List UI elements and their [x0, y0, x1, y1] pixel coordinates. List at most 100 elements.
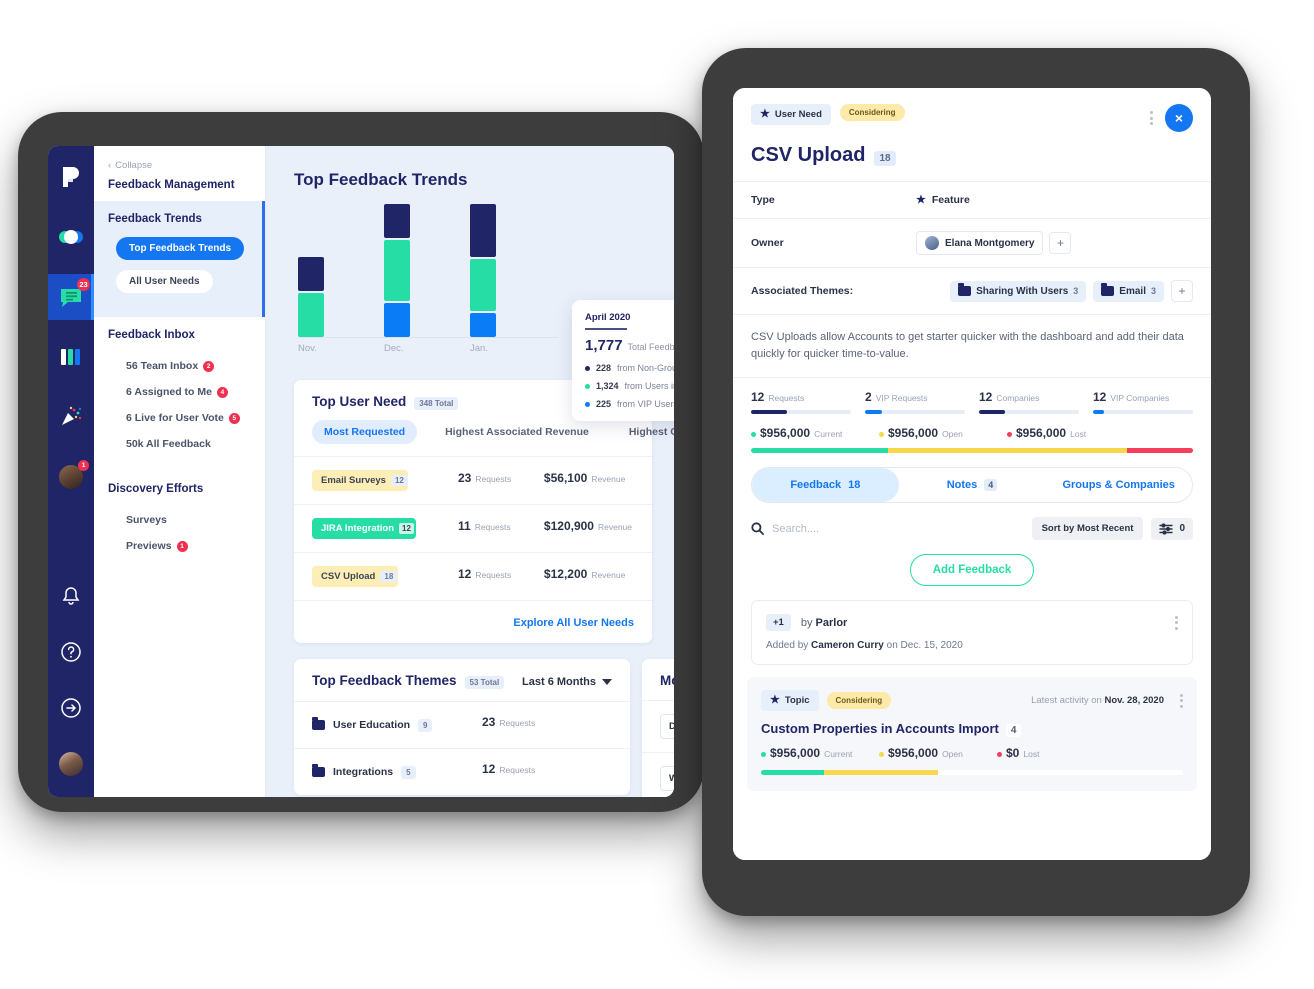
commented-chip[interactable]: Widget 178	[660, 766, 674, 791]
discovery-efforts-heading: Discovery Efforts	[108, 483, 204, 495]
table-row[interactable]: JIRA Integration 12 11 Requests $120,900 R…	[294, 505, 652, 553]
more-options-icon[interactable]	[1150, 111, 1153, 125]
sidebar-item-team-inbox[interactable]: 56 Team Inbox 2	[108, 353, 251, 379]
topic-card[interactable]: ★ Topic Considering Latest activity on N…	[747, 677, 1197, 792]
requests-metric: 12 Requests	[482, 762, 606, 782]
stat-vip-requests: 2 VIP Requests	[865, 390, 979, 415]
requests-value: 11	[458, 518, 471, 533]
themes-header: Top Feedback Themes 53 Total Last 6 Mont…	[294, 659, 630, 702]
sidebar-item-surveys[interactable]: Surveys	[108, 507, 251, 533]
reports-icon[interactable]	[48, 334, 94, 380]
revenue-segment-open	[824, 770, 939, 776]
tab-highest-associated-revenue[interactable]: Highest Associated Revenue	[433, 420, 601, 444]
requests-label: Requests	[475, 569, 512, 580]
add-feedback-button[interactable]: Add Feedback	[909, 554, 1035, 587]
account-avatar[interactable]	[48, 741, 94, 787]
close-icon[interactable]: ×	[1165, 104, 1193, 132]
bell-icon[interactable]	[48, 573, 94, 619]
theme-chip[interactable]: Sharing With Users 3	[950, 280, 1087, 302]
tab-feedback[interactable]: Feedback 18	[752, 468, 899, 503]
user-avatar[interactable]: 1	[48, 454, 94, 500]
more-options-icon[interactable]	[1180, 693, 1183, 708]
owner-chip[interactable]: Elana Montgomery	[916, 231, 1044, 255]
money-value: $956,000	[760, 426, 811, 441]
user-need-tag-label: JIRA Integration	[321, 523, 395, 534]
filter-button[interactable]: 0	[1151, 517, 1193, 540]
logo-icon[interactable]	[48, 154, 94, 200]
detail-stats-row: 12 Requests 2 VIP Requests 12 Companies 12 V…	[733, 377, 1211, 415]
tab-groups-companies[interactable]: Groups & Companies	[1045, 468, 1192, 502]
tab-highest-opportunity-revenue[interactable]: Highest Opportunity Revenue	[617, 420, 674, 444]
feedback-icon[interactable]: 23	[48, 274, 94, 320]
tooltip-total-label: Total Feedback	[627, 342, 674, 352]
bar-column[interactable]	[298, 204, 324, 337]
type-value: Feature	[931, 194, 970, 206]
topic-activity: Latest activity on Nov. 28, 2020	[1031, 695, 1164, 706]
tab-notes[interactable]: Notes 4	[899, 468, 1046, 502]
logout-icon[interactable]	[48, 685, 94, 731]
search-icon	[751, 522, 764, 535]
user-need-tag-count: 18	[380, 571, 398, 582]
table-row[interactable]: CSV Upload 18 12 Requests $12,200 Revenue	[294, 553, 652, 601]
money-current: $956,000 Current	[751, 426, 879, 440]
requests-label: Requests	[499, 765, 536, 775]
requests-value: 12	[482, 762, 496, 776]
search-input[interactable]: Search....	[772, 523, 819, 535]
user-need-tag[interactable]: CSV Upload 18	[312, 566, 398, 587]
x-tick-label: Jan.	[470, 343, 488, 354]
table-row[interactable]: User Education 9 23 Requests	[294, 702, 630, 749]
money-label: Lost	[1023, 749, 1040, 760]
table-row[interactable]: Dashboard 178	[642, 701, 674, 753]
money-lost: $0 Lost	[997, 746, 1125, 760]
top-user-need-total: 348 Total	[414, 397, 459, 410]
theme-chip-count: 3	[1150, 286, 1156, 296]
sidebar-item-live-for-user-vote[interactable]: 6 Live for User Vote 5	[108, 405, 251, 431]
requests-label: Requests	[475, 473, 512, 484]
requests-label: Requests	[499, 718, 536, 728]
tooltip-row-value: 228	[596, 363, 612, 373]
bar-segment-vip	[470, 313, 496, 337]
audiences-icon[interactable]	[48, 214, 94, 260]
help-icon[interactable]	[48, 629, 94, 675]
user-need-tag-count: 12	[390, 475, 408, 486]
stat-label: VIP Companies	[1110, 393, 1170, 404]
sidebar-item-previews[interactable]: Previews 1	[108, 533, 251, 559]
detail-row-themes: Associated Themes: Sharing With Users 3 …	[733, 267, 1211, 314]
more-options-icon[interactable]	[1175, 615, 1178, 630]
add-owner-button[interactable]: +	[1049, 232, 1072, 254]
star-icon: ★	[916, 193, 926, 206]
explore-all-user-needs-link[interactable]: Explore All User Needs	[513, 617, 634, 629]
stat-label: Companies	[996, 393, 1040, 404]
sidebar-item-all-feedback[interactable]: 50k All Feedback	[108, 431, 251, 457]
stat-bar	[865, 410, 965, 415]
sort-button[interactable]: Sort by Most Recent	[1031, 517, 1144, 541]
table-row[interactable]: Email Surveys 12 23 Requests $56,100 Reven…	[294, 457, 652, 505]
themes-total: 53 Total	[464, 676, 505, 689]
topic-revenue-bar	[761, 770, 1183, 776]
themes-range-dropdown[interactable]: Last 6 Months	[522, 676, 612, 688]
topic-count: 4	[1005, 724, 1022, 738]
table-row[interactable]: Widget 178	[642, 753, 674, 797]
sidebar-item-top-feedback-trends[interactable]: Top Feedback Trends	[116, 237, 245, 260]
bar-column[interactable]	[384, 203, 410, 337]
activity-date: Nov. 28, 2020	[1104, 695, 1164, 707]
celebrate-icon[interactable]	[48, 394, 94, 440]
stat-value: 12	[751, 390, 765, 405]
sidebar-item-all-user-needs[interactable]: All User Needs	[116, 270, 213, 293]
feedback-inbox-heading: Feedback Inbox	[108, 329, 195, 341]
by-name: Parlor	[815, 616, 848, 629]
add-theme-button[interactable]: +	[1171, 280, 1193, 302]
user-need-tag[interactable]: Email Surveys 12	[312, 470, 408, 491]
theme-chip[interactable]: Email 3	[1093, 280, 1164, 302]
table-row[interactable]: Integrations 5 12 Requests	[294, 749, 630, 795]
collapse-button[interactable]: ‹ Collapse	[108, 160, 251, 171]
topic-card-header: ★ Topic Considering Latest activity on N…	[761, 690, 1183, 712]
commented-chip[interactable]: Dashboard 178	[660, 714, 674, 739]
x-tick-label: Nov.	[298, 343, 317, 354]
stat-bar-fill	[1093, 410, 1104, 415]
feedback-card[interactable]: +1 by Parlor Added by Cameron Curry on D…	[751, 600, 1193, 666]
bar-column[interactable]	[470, 203, 496, 337]
tab-most-requested[interactable]: Most Requested	[312, 420, 418, 444]
sidebar-item-assigned-to-me[interactable]: 6 Assigned to Me 4	[108, 379, 251, 405]
user-need-tag[interactable]: JIRA Integration 12	[312, 518, 416, 539]
